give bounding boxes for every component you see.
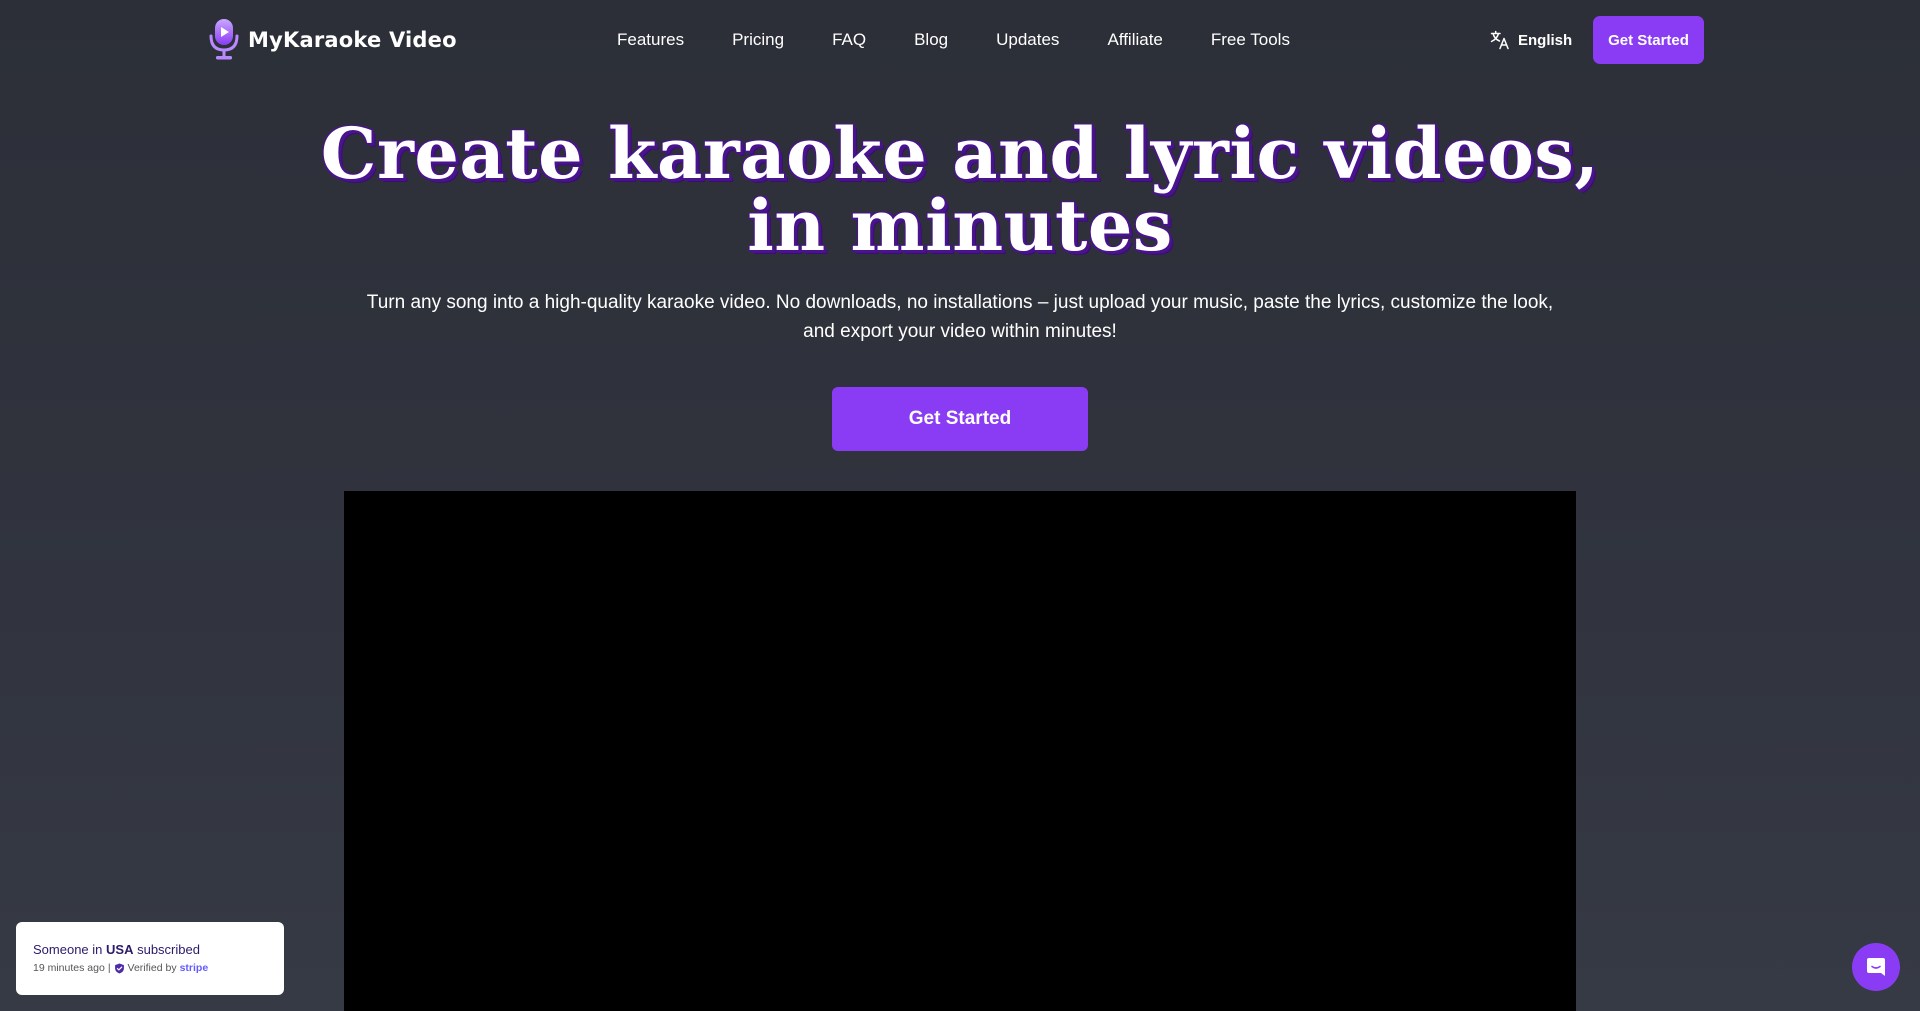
- hero-subtitle-line-1: Turn any song into a high-quality karaok…: [366, 292, 1554, 313]
- chat-launcher-button[interactable]: [1852, 943, 1900, 991]
- hero-title-line-2: in minutes: [747, 184, 1173, 267]
- shield-check-icon: [114, 963, 124, 974]
- notification-time: 19 minutes ago: [33, 962, 105, 974]
- brand-logo[interactable]: MyKaraoke Video: [208, 18, 457, 62]
- notification-meta: 19 minutes ago | Verified by stripe: [33, 962, 268, 975]
- nav-item-faq[interactable]: FAQ: [832, 30, 866, 50]
- translate-icon: [1490, 30, 1509, 50]
- main-nav: Features Pricing FAQ Blog Updates Affili…: [617, 27, 1290, 53]
- hero-subtitle: Turn any song into a high-quality karaok…: [340, 288, 1580, 346]
- hero-subtitle-line-2: and export your video within minutes!: [803, 321, 1117, 342]
- microphone-play-icon: [209, 19, 239, 60]
- notification-location: USA: [106, 942, 134, 957]
- language-label: English: [1518, 31, 1573, 49]
- hero-get-started-button[interactable]: Get Started: [832, 387, 1088, 451]
- nav-item-blog[interactable]: Blog: [914, 30, 948, 50]
- language-selector[interactable]: English: [1490, 28, 1572, 52]
- brand-name: MyKaraoke Video: [248, 28, 457, 52]
- notification-separator: |: [107, 962, 111, 974]
- subscription-notification[interactable]: Someone in USA subscribed 19 minutes ago…: [16, 922, 284, 995]
- nav-item-free-tools[interactable]: Free Tools: [1211, 30, 1290, 50]
- notification-suffix: subscribed: [137, 942, 200, 957]
- notification-verified-label: Verified by: [127, 962, 177, 974]
- nav-item-affiliate[interactable]: Affiliate: [1107, 30, 1162, 50]
- notification-message: Someone in USA subscribed: [33, 942, 268, 958]
- chat-icon: [1867, 958, 1885, 976]
- hero-title-line-1: Create karaoke and lyric videos,: [320, 112, 1600, 195]
- stripe-logo: stripe: [179, 962, 209, 974]
- site-header: MyKaraoke Video Features Pricing FAQ Blo…: [0, 0, 1920, 80]
- demo-video-player[interactable]: [344, 491, 1576, 1011]
- hero-title: Create karaoke and lyric videos, in minu…: [260, 118, 1660, 262]
- nav-item-pricing[interactable]: Pricing: [732, 30, 784, 50]
- nav-item-features[interactable]: Features: [617, 30, 684, 50]
- nav-item-updates[interactable]: Updates: [996, 30, 1059, 50]
- header-get-started-button[interactable]: Get Started: [1593, 16, 1704, 64]
- notification-prefix: Someone in: [33, 942, 103, 957]
